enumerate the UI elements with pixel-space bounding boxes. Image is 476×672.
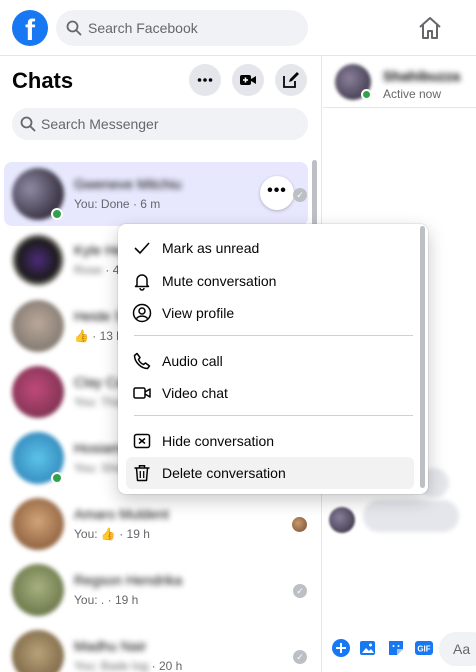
facebook-logo[interactable]: f: [12, 10, 48, 46]
menu-item-hide-conversation[interactable]: Hide conversation: [126, 425, 414, 457]
avatar: [12, 498, 64, 550]
home-icon[interactable]: [416, 14, 444, 42]
profile-icon: [132, 303, 152, 323]
conversation-preview: You: Bade log · 20 h: [74, 659, 183, 672]
messenger-search-input[interactable]: Search Messenger: [12, 108, 308, 140]
conversation-context-menu: Mark as unread Mute conversation View pr…: [118, 224, 428, 494]
conversation-preview: You: . · 19 h: [74, 593, 139, 607]
avatar: [12, 300, 64, 352]
top-bar: f Search Facebook: [0, 0, 476, 56]
menu-item-label: Delete conversation: [162, 465, 286, 481]
message-input[interactable]: Aa: [439, 632, 476, 666]
contact-name: Shahibuzza: [383, 68, 461, 84]
menu-item-delete-conversation[interactable]: Delete conversation: [126, 457, 414, 489]
chats-title: Chats: [12, 68, 74, 93]
menu-item-label: Video chat: [162, 385, 228, 401]
facebook-search-input[interactable]: Search Facebook: [56, 10, 308, 46]
menu-item-mark-unread[interactable]: Mark as unread: [126, 232, 414, 264]
search-placeholder: Search Facebook: [88, 20, 198, 36]
menu-scrollbar[interactable]: [420, 226, 425, 488]
phone-icon: [133, 352, 151, 370]
avatar: [12, 630, 64, 672]
sent-check-icon: ✓: [293, 650, 307, 664]
online-indicator: [51, 208, 63, 220]
conversation-name: Regson Hendrika: [74, 572, 183, 588]
conversation-name: Madhu Nair: [74, 638, 147, 654]
messenger-search-placeholder: Search Messenger: [41, 116, 159, 132]
gif-icon[interactable]: GIF: [414, 638, 434, 658]
menu-item-mute[interactable]: Mute conversation: [126, 265, 414, 297]
menu-item-label: Mute conversation: [162, 273, 277, 289]
video-camera-icon: [133, 387, 151, 399]
conversation-preview: You: 👍 · 19 h: [74, 527, 150, 541]
conversation-name: Amaro Muldent: [74, 506, 169, 522]
menu-item-label: Hide conversation: [162, 433, 275, 449]
search-icon: [20, 116, 36, 132]
sender-avatar: [329, 507, 355, 533]
avatar: [12, 564, 64, 616]
sent-check-icon: ✓: [293, 188, 307, 202]
conversation-item[interactable]: Regson Hendrika You: . · 19 h ✓: [4, 558, 308, 622]
options-button[interactable]: [189, 64, 221, 96]
menu-item-label: Audio call: [162, 353, 223, 369]
message-bubble: [363, 500, 459, 532]
online-indicator: [361, 89, 372, 100]
menu-item-video-chat[interactable]: Video chat: [126, 377, 414, 409]
menu-divider: [134, 415, 413, 416]
avatar: [12, 366, 64, 418]
menu-item-audio-call[interactable]: Audio call: [126, 345, 414, 377]
compose-icon: [283, 72, 299, 88]
plus-circle-icon[interactable]: [331, 638, 351, 658]
seen-avatar: [292, 517, 307, 532]
svg-text:GIF: GIF: [417, 645, 430, 654]
conversation-options-button[interactable]: •••: [260, 176, 294, 210]
online-indicator: [51, 472, 63, 484]
ellipsis-icon: [197, 78, 213, 82]
search-icon: [66, 20, 82, 36]
conversation-preview: You: Done · 6 m: [74, 197, 161, 211]
conversation-item[interactable]: Amaro Muldent You: 👍 · 19 h: [4, 492, 308, 556]
video-plus-icon: [240, 75, 256, 85]
sticker-icon[interactable]: [386, 638, 406, 658]
bell-icon: [134, 274, 150, 291]
new-message-button[interactable]: [275, 64, 307, 96]
contact-status: Active now: [383, 87, 442, 101]
conversation-item[interactable]: Gweneve Mitchiu You: Done · 6 m ••• ✓: [4, 162, 308, 226]
conversation-name: Gweneve Mitchiu: [74, 176, 182, 192]
avatar: [12, 234, 64, 286]
message-composer: GIF Aa: [323, 630, 476, 668]
trash-icon: [134, 465, 150, 482]
conversation-item[interactable]: Madhu Nair You: Bade log · 20 h ✓: [4, 624, 308, 672]
image-icon[interactable]: [358, 638, 378, 658]
new-room-button[interactable]: [232, 64, 264, 96]
menu-item-label: Mark as unread: [162, 240, 260, 256]
menu-item-view-profile[interactable]: View profile: [126, 297, 414, 329]
hide-box-icon: [133, 433, 151, 449]
conversation-preview: 👍 · 13 h: [74, 329, 123, 343]
menu-divider: [134, 335, 413, 336]
chat-header[interactable]: Shahibuzza Active now: [323, 56, 476, 108]
conversation-preview: You: She: [74, 461, 123, 475]
checkmark-icon: [134, 242, 150, 255]
sent-check-icon: ✓: [293, 584, 307, 598]
menu-item-label: View profile: [162, 305, 235, 321]
